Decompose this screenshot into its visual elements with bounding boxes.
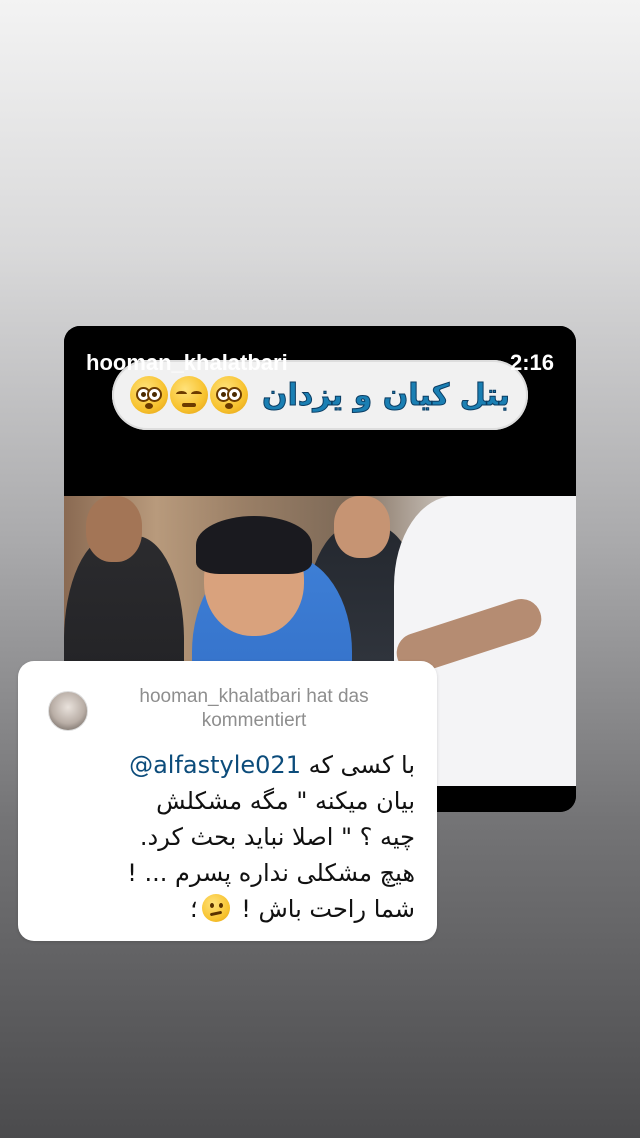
person-head (86, 496, 142, 562)
comment-author-line-2: kommentiert (201, 710, 307, 731)
mention-link[interactable]: @alfastyle021 (129, 751, 301, 779)
comment-line-1: با کسی که (308, 751, 415, 779)
comment-line-2: بیان میکنه " مگه مشکلش (156, 787, 415, 815)
video-caption-text: بتل کیان و یزدان (261, 377, 511, 413)
comment-line-3: چیه ؟ " اصلا نباید بحث کرد. (139, 823, 415, 851)
video-timestamp: 2:16 (509, 350, 554, 375)
person-head (334, 496, 390, 558)
child-hair (196, 516, 312, 574)
comment-sticker[interactable]: hooman_khalatbari hat das kommentiert با… (18, 661, 437, 941)
flushed-face-icon (209, 376, 248, 414)
comment-author-line-1: hooman_khalatbari hat das (139, 686, 369, 707)
comment-line-4: هیچ مشکلی نداره پسرم ... ! (127, 859, 415, 887)
avatar[interactable] (48, 691, 88, 731)
video-username[interactable]: hooman_khalatbari (86, 350, 288, 376)
comment-line-end: ؛ (189, 895, 198, 923)
comment-text: با کسی که @alfastyle021 بیان میکنه " مگه… (38, 747, 415, 927)
flushed-face-icon (129, 376, 168, 414)
comment-line-5: شما راحت باش ! (241, 895, 415, 923)
confused-face-icon (201, 894, 230, 922)
caption-emoji-row (129, 376, 248, 414)
tired-face-icon (169, 376, 208, 414)
comment-author-line: hooman_khalatbari hat das kommentiert (104, 685, 404, 733)
